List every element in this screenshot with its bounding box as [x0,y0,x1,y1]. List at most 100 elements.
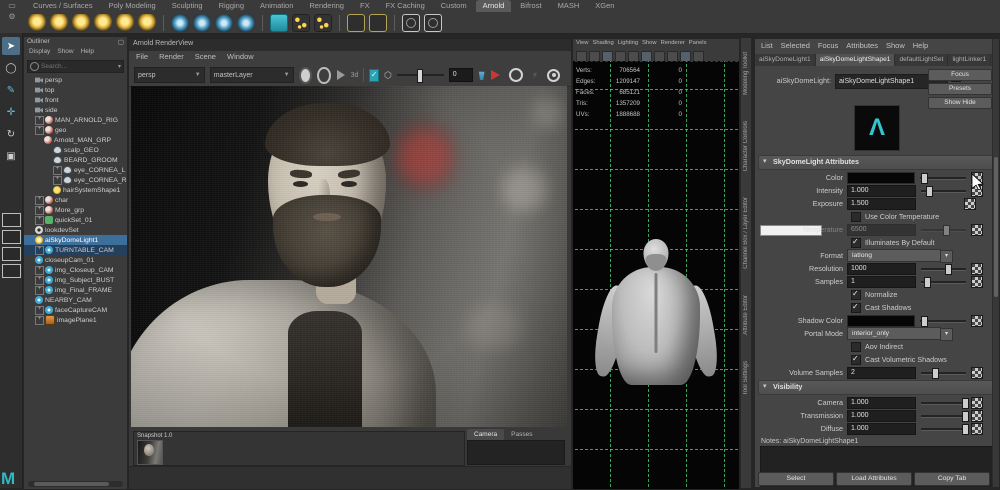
attribute-editor-menu-item[interactable]: Attributes [846,41,878,54]
renderview-menu-item[interactable]: Render [159,52,184,64]
renderview-tab[interactable]: Camera [467,429,504,440]
outliner-item[interactable]: + img_Subject_BUST [24,275,127,285]
attribute-dropdown[interactable]: interior_only [847,327,941,340]
node-tab[interactable]: defaultLightSet [895,54,948,66]
display-settings-icon[interactable]: ✓ [369,69,379,82]
expand-icon[interactable]: + [35,286,44,295]
attribute-slider[interactable] [920,315,966,326]
attribute-editor-menu-item[interactable]: List [761,41,773,54]
render-layer-dropdown[interactable]: masterLayer▼ [210,67,294,83]
spot-light-icon[interactable] [50,14,68,32]
area-light-icon[interactable] [116,14,134,32]
background-color-icon[interactable] [478,70,486,81]
map-button[interactable] [971,263,983,275]
render-view-icon[interactable] [402,14,420,32]
grid-icon[interactable] [667,51,678,62]
operator-graph-icon[interactable] [369,14,387,32]
3d-manipulation-icon[interactable]: 3d [351,72,359,79]
rendered-image[interactable] [131,86,567,427]
lasso-tool-icon[interactable]: ◯ [2,59,20,77]
slider-handle[interactable] [924,277,931,288]
attribute-value-field[interactable]: 2 [847,367,916,379]
map-button[interactable] [971,410,983,422]
outliner-item[interactable]: + front [24,95,127,105]
shelf-tab[interactable]: XGen [588,0,621,12]
viewport-menu-item[interactable]: Lighting [618,40,638,50]
attribute-slider[interactable] [921,367,966,378]
2d-pan-zoom-icon[interactable] [641,51,652,62]
outliner-item[interactable]: + More_grp [24,205,127,215]
attribute-value-field[interactable]: 1.000 [847,423,916,435]
attribute-editor-menu-item[interactable]: Help [913,41,928,54]
attribute-editor-menu-item[interactable]: Show [886,41,905,54]
shelf-options-icon[interactable]: ⚙ [8,12,15,21]
renderview-menu-item[interactable]: Window [227,52,254,64]
expand-icon[interactable]: + [53,166,62,175]
shelf-tab[interactable]: Rendering [302,0,351,12]
chevron-down-icon[interactable]: ▾ [118,63,121,70]
save-image-icon[interactable] [337,70,345,80]
shelf-tab[interactable]: Custom [434,0,474,12]
shelf-tab[interactable]: Bifrost [513,0,548,12]
footer-button[interactable]: Select [758,472,834,486]
outliner-item[interactable]: + TURNTABLE_CAM [24,245,127,255]
attribute-checkbox[interactable] [851,303,861,313]
expand-icon[interactable]: + [35,216,44,225]
section-header-visibility[interactable]: Visibility [758,380,996,395]
expand-icon[interactable]: + [35,306,44,315]
attribute-slider[interactable] [921,276,966,287]
arnold-logo-swatch[interactable]: Λ [854,105,900,151]
layout-split-pane-button[interactable] [2,247,21,261]
outliner-item[interactable]: + imagePlane1 [24,315,127,325]
expand-icon[interactable]: + [53,176,62,185]
grease-pencil-icon[interactable] [654,51,665,62]
expand-icon[interactable]: + [35,196,44,205]
renderview-tab[interactable]: Passes [504,429,539,440]
outliner-item[interactable]: + MAN_ARNOLD_RIG [24,115,127,125]
attribute-slider[interactable] [921,410,966,421]
outliner-item[interactable]: + top [24,85,127,95]
expand-icon[interactable]: + [35,206,44,215]
lock-camera-icon[interactable] [589,51,600,62]
shelf-tab[interactable]: Poly Modeling [102,0,163,12]
flat-shader-icon[interactable] [215,14,233,32]
abort-render-button[interactable] [509,68,523,82]
debug-shading-icon[interactable]: ⚡ [532,70,538,81]
search-input[interactable] [39,63,118,70]
snapshot-thumbnail[interactable] [137,440,163,465]
outliner-item[interactable]: + BEARD_GROOM [24,155,127,165]
attribute-checkbox[interactable] [851,290,861,300]
slider-handle[interactable] [962,398,969,409]
shelf-tab[interactable]: MASH [551,0,587,12]
slider-handle[interactable] [945,264,952,275]
attribute-editor-menu-item[interactable]: Focus [818,41,838,54]
outliner-item[interactable]: + img_Closeup_CAM [24,265,127,275]
slider-handle[interactable] [926,186,933,197]
move-tool-icon[interactable]: ✛ [2,103,20,121]
sidebar-vertical-tab[interactable]: Modeling Toolkit [743,52,749,95]
attribute-value-field[interactable]: 1.000 [847,185,916,197]
attribute-slider[interactable] [921,185,966,196]
attribute-value-field[interactable]: 6500 [847,224,916,236]
layout-four-pane-button[interactable] [2,230,21,244]
attribute-checkbox[interactable] [851,355,861,365]
viewport-canvas[interactable]: Verts: 706564 0 Edges: 1209147 0 Faces: … [573,61,739,489]
shelf-tab[interactable]: FX Caching [379,0,432,12]
snapshot-button[interactable] [299,67,312,84]
map-button[interactable] [971,397,983,409]
attribute-checkbox[interactable] [851,238,861,248]
attribute-slider[interactable] [920,172,966,183]
outliner-item[interactable]: + char [24,195,127,205]
outliner-menu-item[interactable]: Help [81,48,94,58]
shelf-tab[interactable]: Curves / Surfaces [26,0,100,12]
attribute-editor-menu-item[interactable]: Selected [781,41,810,54]
outliner-item[interactable]: + quickSet_01 [24,215,127,225]
map-button[interactable] [971,224,983,236]
viewport-menu-item[interactable]: Show [642,40,657,50]
camera-attributes-icon[interactable] [602,51,613,62]
standard-surface-shader-icon[interactable] [171,14,189,32]
shelf-tab[interactable]: Sculpting [165,0,210,12]
expand-icon[interactable]: + [35,246,44,255]
region-render-button[interactable] [547,69,560,82]
shelf-tab[interactable]: FX [353,0,377,12]
